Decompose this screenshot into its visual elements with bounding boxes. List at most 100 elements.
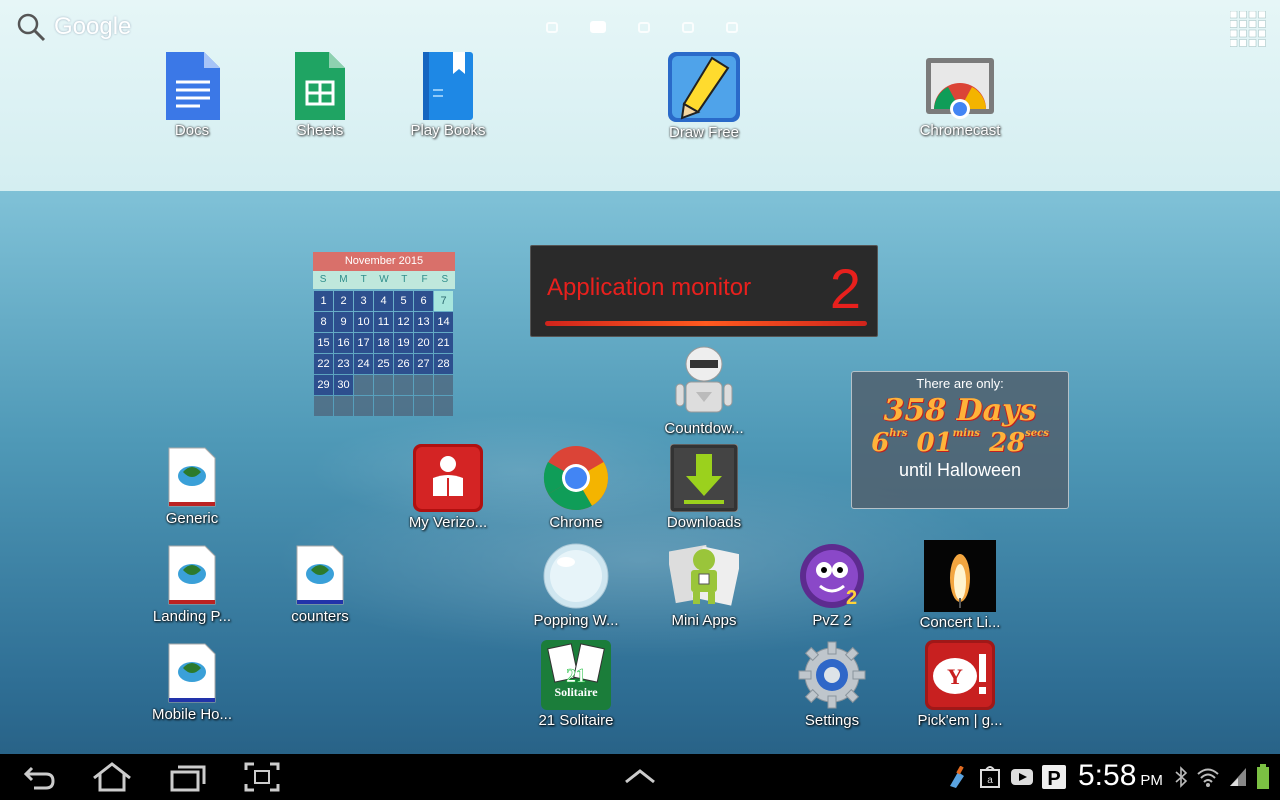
bluetooth-icon [1175,766,1188,788]
calendar-day[interactable]: 9 [334,312,353,332]
calendar-day[interactable]: 24 [354,354,373,374]
app-counters[interactable]: counters [265,544,375,625]
app-docs[interactable]: Docs [137,52,247,139]
app-drawer-icon[interactable] [1230,11,1266,47]
app-generic[interactable]: Generic [137,446,247,527]
calendar-day[interactable]: 10 [354,312,373,332]
google-search-label: Google [54,13,132,40]
app-label: PvZ 2 [812,612,852,629]
parking-notification-icon[interactable]: P [1041,764,1067,790]
page-dot-active[interactable] [590,21,606,33]
calendar-day[interactable]: 22 [314,354,333,374]
countdown-time: 6hrs 01mins 28secs [852,428,1068,458]
app-label: Settings [804,712,860,729]
wifi-icon [1197,768,1219,787]
candle-flame-icon [924,540,996,612]
app-draw-free[interactable]: Draw Free [649,52,759,141]
calendar-day[interactable]: 26 [394,354,413,374]
app-my-verizon[interactable]: My Verizo... [393,444,503,531]
play-books-icon [423,52,473,120]
app-pickem[interactable]: Y Pick'em | g... [905,640,1015,729]
cleaner-notification-icon[interactable] [946,766,968,788]
google-search-bar[interactable]: Google [16,12,131,42]
app-settings[interactable]: Settings [777,640,887,729]
app-mobile-home[interactable]: Mobile Ho... [137,642,247,723]
calendar-day[interactable]: 8 [314,312,333,332]
pencil-icon [668,52,740,122]
chromecast-icon [926,58,994,119]
weekday-label: T [401,274,408,285]
halloween-countdown-widget[interactable]: There are only: 358 Days 6hrs 01mins 28s… [851,371,1069,509]
app-chrome[interactable]: Chrome [521,444,631,531]
calendar-day[interactable]: 3 [354,291,373,311]
calendar-day[interactable]: 1 [314,291,333,311]
home-icon[interactable] [92,762,132,792]
verizon-person-icon [413,444,483,512]
app-countdown[interactable]: Countdow... [649,346,759,437]
page-dot[interactable] [546,21,558,33]
clock-ampm: PM [1140,772,1163,789]
app-sheets[interactable]: Sheets [265,52,375,139]
app-monitor-count: 2 [829,257,861,320]
system-navigation-bar: a P 5:58 PM [0,754,1280,800]
calendar-day[interactable]: 17 [354,333,373,353]
calendar-day[interactable]: 18 [374,333,393,353]
app-label: Countdow... [664,420,744,437]
calendar-day[interactable]: 27 [414,354,433,374]
calendar-empty-cell [394,375,413,395]
calendar-day[interactable]: 6 [414,291,433,311]
seconds-unit: secs [1025,428,1049,439]
page-dot[interactable] [682,21,694,33]
calendar-grid: 1 2 3 4 5 6 7 8 9 10 11 12 13 14 15 16 17 18 19 20 21 22 23 24 2… [313,289,455,418]
recent-apps-icon[interactable] [170,762,206,792]
calendar-day[interactable]: 15 [314,333,333,353]
screenshot-icon[interactable] [244,762,280,792]
calendar-day[interactable]: 13 [414,312,433,332]
download-icon [670,444,738,512]
app-downloads[interactable]: Downloads [649,444,759,531]
app-monitor-title: Application monitor [547,274,752,301]
app-play-books[interactable]: Play Books [393,52,503,139]
calendar-day[interactable]: 11 [374,312,393,332]
calendar-day[interactable]: 23 [334,354,353,374]
calendar-day[interactable]: 30 [334,375,353,395]
calendar-day[interactable]: 29 [314,375,333,395]
page-dot[interactable] [726,21,738,33]
chevron-up-icon[interactable] [624,768,656,784]
app-popping-water[interactable]: Popping W... [521,542,631,629]
application-monitor-widget[interactable]: Application monitor 2 [530,245,878,337]
svg-text:P: P [1047,768,1060,790]
app-mini-apps[interactable]: Mini Apps [649,542,759,629]
countdown-minutes: 01 [916,428,953,458]
app-21-solitaire[interactable]: 21 Solitaire 21 Solitaire [521,640,631,729]
calendar-day[interactable]: 20 [414,333,433,353]
solitaire-cards-icon: 21 Solitaire [541,640,611,710]
app-chromecast[interactable]: Chromecast [905,56,1015,139]
calendar-day[interactable]: 28 [434,354,453,374]
amazon-notification-icon[interactable]: a [980,766,1000,788]
calendar-day[interactable]: 19 [394,333,413,353]
page-dot[interactable] [638,21,650,33]
svg-text:Solitaire: Solitaire [554,685,598,699]
countdown-seconds: 28 [988,428,1026,458]
app-pvz2[interactable]: 2 PvZ 2 [777,542,887,629]
svg-text:21: 21 [566,665,586,687]
youtube-notification-icon[interactable] [1010,766,1034,788]
calendar-day[interactable]: 21 [434,333,453,353]
calendar-empty-cell [374,396,393,416]
calendar-day[interactable]: 14 [434,312,453,332]
calendar-day[interactable]: 16 [334,333,353,353]
calendar-day[interactable]: 25 [374,354,393,374]
calendar-widget[interactable]: November 2015 S M T W T F S 1 2 3 4 5 6 7 8 9 10 1… [313,252,455,418]
app-concert-lighter[interactable]: Concert Li... [905,540,1015,631]
calendar-empty-cell [354,375,373,395]
app-landing-page[interactable]: Landing P... [137,544,247,625]
chrome-icon [543,446,608,510]
back-icon[interactable] [22,762,56,792]
calendar-day[interactable]: 5 [394,291,413,311]
calendar-day[interactable]: 7 [434,291,453,311]
status-clock[interactable]: 5:58 PM [1078,759,1163,793]
calendar-day[interactable]: 4 [374,291,393,311]
calendar-day[interactable]: 12 [394,312,413,332]
calendar-day[interactable]: 2 [334,291,353,311]
